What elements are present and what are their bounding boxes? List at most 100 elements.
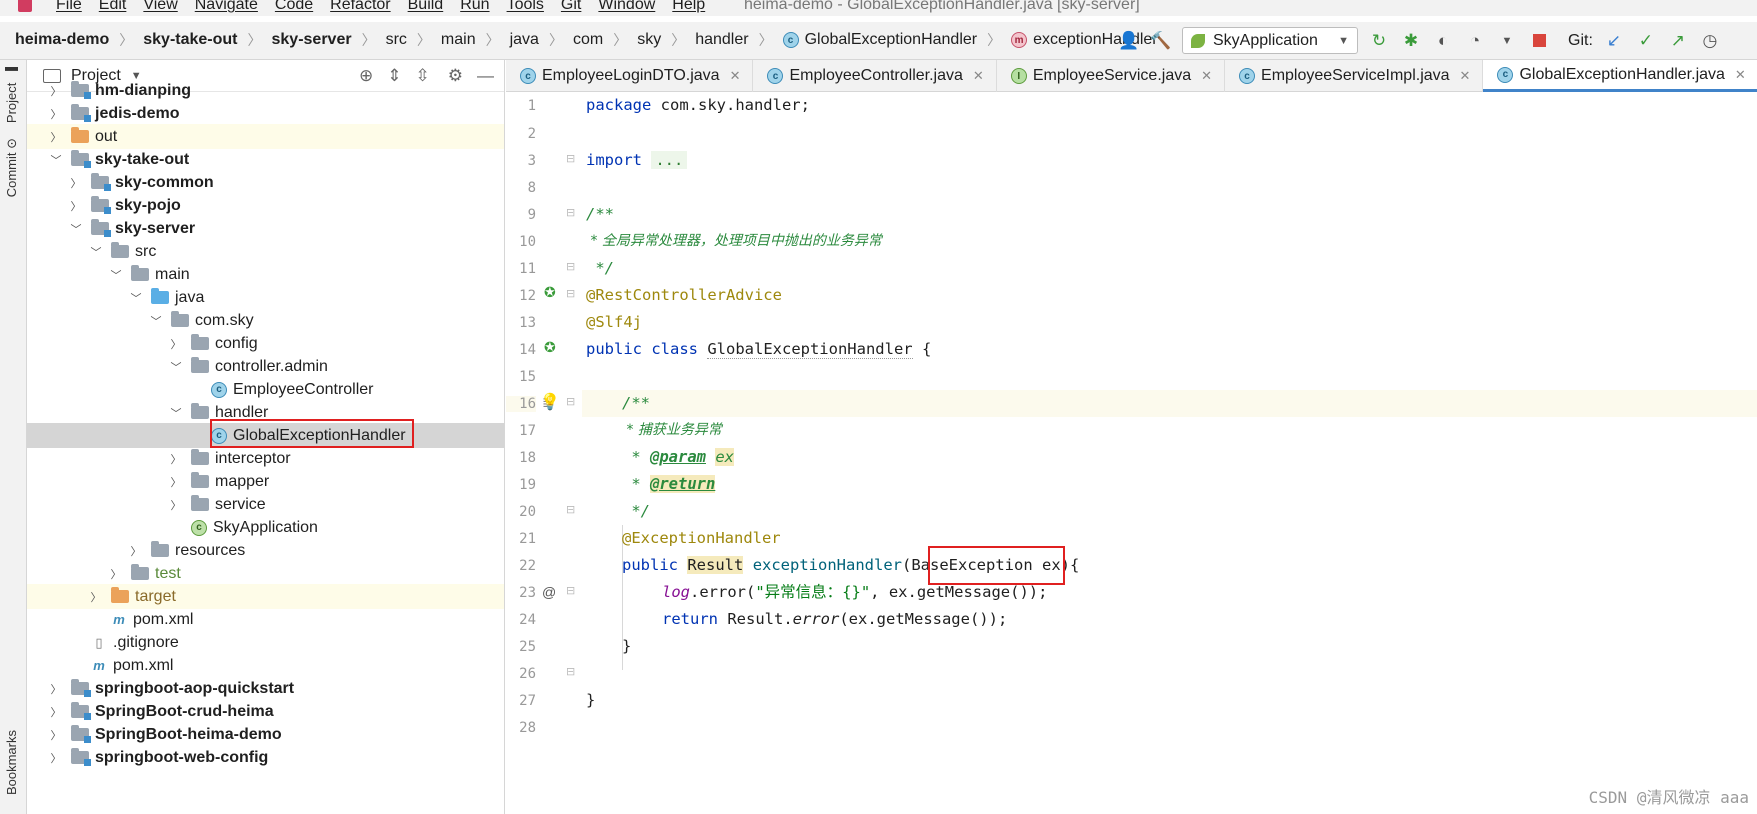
tab-employee-login-dto[interactable]: c EmployeeLoginDTO.java ✕ <box>506 60 754 92</box>
request-mapping-icon[interactable]: @ <box>542 584 556 600</box>
chevron-right-icon[interactable]: 〉 <box>109 566 123 582</box>
tree-item[interactable]: 〉 SpringBoot-crud-heima <box>27 699 504 724</box>
menu-git[interactable]: Git <box>561 0 581 14</box>
menu-window[interactable]: Window <box>598 0 655 14</box>
breadcrumb-item[interactable]: src <box>386 31 407 49</box>
tree-item[interactable]: 〉 resources <box>27 538 504 563</box>
tree-item[interactable]: ﹀ main <box>27 262 504 287</box>
chevron-right-icon[interactable]: 〉 <box>49 106 63 122</box>
chevron-down-icon[interactable]: ﹀ <box>169 359 183 375</box>
chevron-right-icon[interactable]: 〉 <box>49 727 63 743</box>
close-icon[interactable]: ✕ <box>1201 68 1212 84</box>
breadcrumb-item[interactable]: handler <box>695 31 748 49</box>
menu-build[interactable]: Build <box>408 0 444 14</box>
more-run-chevron-icon[interactable]: ▼ <box>1496 30 1518 52</box>
tab-employee-service-impl[interactable]: c EmployeeServiceImpl.java ✕ <box>1225 60 1484 92</box>
bookmarks-tool-tab[interactable]: Bookmarks <box>4 730 19 795</box>
chevron-right-icon[interactable]: 〉 <box>49 129 63 145</box>
tree-item[interactable]: 〉 service <box>27 492 504 517</box>
chevron-right-icon[interactable]: 〉 <box>49 83 63 99</box>
fold-icon[interactable]: ⊟ <box>566 206 575 219</box>
tree-item[interactable]: ﹀ sky-take-out <box>27 147 504 172</box>
build-hammer-icon[interactable]: 🔨 <box>1150 30 1172 52</box>
chevron-right-icon[interactable]: 〉 <box>49 704 63 720</box>
chevron-right-icon[interactable]: 〉 <box>169 451 183 467</box>
spring-bean-gutter-icon[interactable]: ✪ <box>544 339 556 356</box>
code-editor[interactable]: 💡 package com.sky.handler; import ... /*… <box>540 92 1757 814</box>
git-update-icon[interactable]: ↙ <box>1603 30 1625 52</box>
tree-item[interactable]: 〉 sky-common <box>27 170 504 195</box>
breadcrumb-item[interactable]: com <box>573 31 603 49</box>
rerun-icon[interactable]: ↻ <box>1368 30 1390 52</box>
fold-icon[interactable]: ⊟ <box>566 287 575 300</box>
close-icon[interactable]: ✕ <box>1735 67 1746 83</box>
folded-imports[interactable]: ... <box>651 151 688 169</box>
tree-item[interactable]: 〉 jedis-demo <box>27 101 504 126</box>
fold-icon[interactable]: ⊟ <box>566 260 575 273</box>
chevron-down-icon[interactable]: ﹀ <box>169 405 183 421</box>
chevron-right-icon[interactable]: 〉 <box>69 198 83 214</box>
chevron-right-icon[interactable]: 〉 <box>169 497 183 513</box>
chevron-down-icon[interactable]: ﹀ <box>109 267 123 283</box>
breadcrumb-item[interactable]: sky <box>637 31 661 49</box>
breadcrumb-item[interactable]: sky-server <box>272 31 352 49</box>
chevron-right-icon[interactable]: 〉 <box>129 543 143 559</box>
menu-file[interactable]: File <box>56 0 82 14</box>
chevron-right-icon[interactable]: 〉 <box>69 175 83 191</box>
tree-item[interactable]: 〉 out <box>27 124 504 149</box>
project-tool-tab[interactable]: Project ▬ <box>4 64 19 123</box>
menu-refactor[interactable]: Refactor <box>330 0 390 14</box>
tree-item[interactable]: 〉 test <box>27 561 504 586</box>
tree-item[interactable]: 〉 interceptor <box>27 446 504 471</box>
chevron-down-icon[interactable]: ﹀ <box>129 290 143 306</box>
menu-code[interactable]: Code <box>275 0 313 14</box>
breadcrumb-item-class[interactable]: c GlobalExceptionHandler <box>782 31 977 49</box>
spring-bean-gutter-icon[interactable]: ✪ <box>544 284 556 301</box>
tree-item[interactable]: 〉 springboot-web-config <box>27 745 504 770</box>
fold-icon[interactable]: ⊟ <box>566 665 575 678</box>
tree-item[interactable]: ﹀ src <box>27 239 504 264</box>
breadcrumb-item[interactable]: sky-take-out <box>143 31 237 49</box>
stop-icon[interactable] <box>1528 30 1550 52</box>
menu-tools[interactable]: Tools <box>507 0 544 14</box>
user-icon[interactable]: 👤 <box>1118 30 1140 52</box>
menu-navigate[interactable]: Navigate <box>195 0 258 14</box>
chevron-down-icon[interactable]: ﹀ <box>49 152 63 168</box>
tree-item[interactable]: 〉 config <box>27 331 504 356</box>
profiler-icon[interactable]: ◔ <box>1464 30 1486 52</box>
lightbulb-icon[interactable]: 💡 <box>540 392 560 411</box>
fold-icon[interactable]: ⊟ <box>566 152 575 165</box>
fold-icon[interactable]: ⊟ <box>566 584 575 597</box>
chevron-down-icon[interactable]: ﹀ <box>89 244 103 260</box>
chevron-right-icon[interactable]: 〉 <box>89 589 103 605</box>
close-icon[interactable]: ✕ <box>730 68 741 84</box>
breadcrumb-item[interactable]: heima-demo <box>15 31 109 49</box>
chevron-right-icon[interactable]: 〉 <box>169 474 183 490</box>
tree-item[interactable]: ﹀ java <box>27 285 504 310</box>
chevron-down-icon[interactable]: ﹀ <box>69 221 83 237</box>
tree-item[interactable]: ▯ .gitignore <box>27 630 504 655</box>
tree-item[interactable]: m pom.xml <box>27 607 504 632</box>
tree-item[interactable]: c SkyApplication <box>27 515 504 540</box>
debug-icon[interactable]: ✱ <box>1400 30 1422 52</box>
chevron-down-icon[interactable]: ﹀ <box>149 313 163 329</box>
tab-employee-service[interactable]: I EmployeeService.java ✕ <box>997 60 1226 92</box>
menu-view[interactable]: View <box>143 0 177 14</box>
tree-item[interactable]: 〉 mapper <box>27 469 504 494</box>
run-configuration-select[interactable]: SkyApplication ▼ <box>1182 27 1358 54</box>
commit-tool-tab[interactable]: Commit ⊙ <box>4 138 19 197</box>
chevron-right-icon[interactable]: 〉 <box>49 681 63 697</box>
tree-item[interactable]: ﹀ sky-server <box>27 216 504 241</box>
tree-item[interactable]: 〉 SpringBoot-heima-demo <box>27 722 504 747</box>
tab-global-exception-handler[interactable]: c GlobalExceptionHandler.java ✕ <box>1483 60 1757 92</box>
tree-item[interactable]: 〉 target <box>27 584 504 609</box>
chevron-right-icon[interactable]: 〉 <box>169 336 183 352</box>
tree-item[interactable]: 〉 sky-pojo <box>27 193 504 218</box>
tree-item[interactable]: 〉 springboot-aop-quickstart <box>27 676 504 701</box>
breadcrumb-item[interactable]: java <box>510 31 539 49</box>
tree-item[interactable]: c EmployeeController <box>27 377 504 402</box>
breadcrumb-item[interactable]: main <box>441 31 476 49</box>
tree-item[interactable]: ﹀ com.sky <box>27 308 504 333</box>
menu-help[interactable]: Help <box>672 0 705 14</box>
chevron-right-icon[interactable]: 〉 <box>49 750 63 766</box>
